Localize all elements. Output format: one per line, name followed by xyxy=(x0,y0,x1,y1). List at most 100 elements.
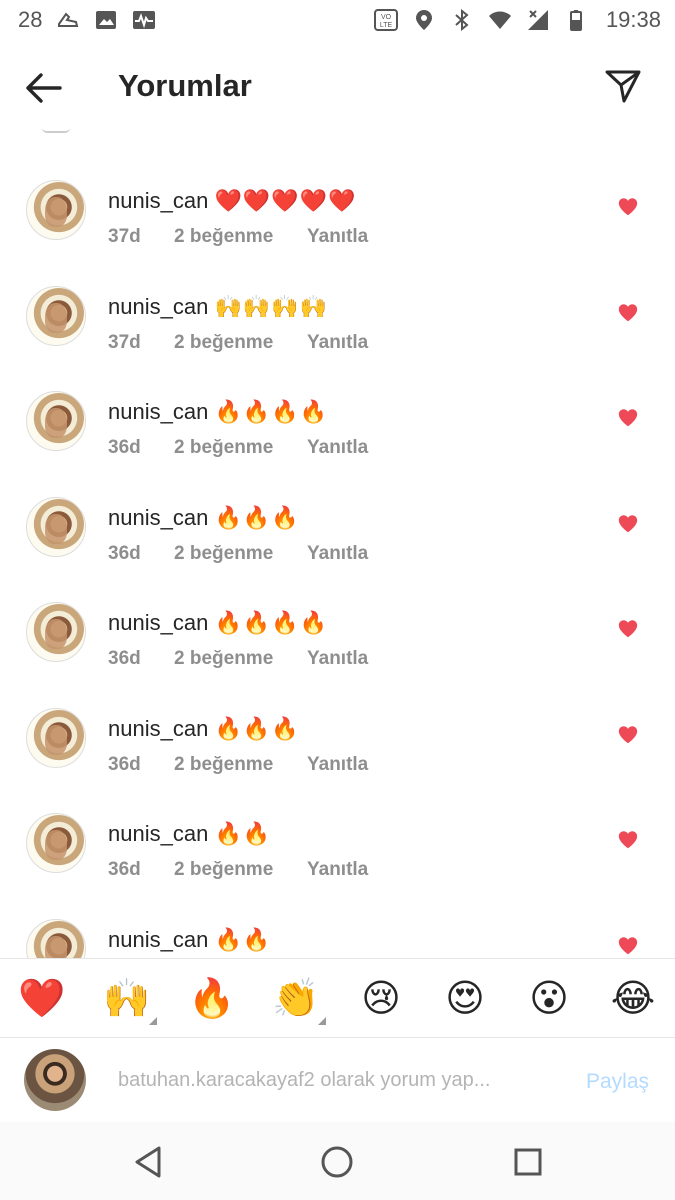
heart-icon[interactable] xyxy=(617,724,639,746)
comment-likes[interactable]: 2 beğenme xyxy=(174,859,307,881)
comments-list[interactable]: nunis_can ❤️❤️❤️❤️❤️ 37d 2 beğenme Yanıtla… xyxy=(0,128,675,958)
comment-item: nunis_can 🔥🔥 36d 2 beğenme Yanıtla xyxy=(0,813,675,919)
arrow-left-icon xyxy=(26,73,62,103)
reply-button[interactable]: Yanıtla xyxy=(307,543,368,565)
comment-meta: 36d 2 beğenme Yanıtla xyxy=(108,754,368,776)
comment-time: 36d xyxy=(108,753,141,775)
avatar[interactable] xyxy=(26,813,86,873)
reply-button[interactable]: Yanıtla xyxy=(307,332,368,354)
emoji-raising-hands: 🙌 xyxy=(103,978,151,1020)
page-title: Yorumlar xyxy=(118,68,252,103)
comment-body: 🔥🔥 xyxy=(214,821,272,846)
avatar[interactable] xyxy=(26,918,86,958)
emoji-surprised-face-button[interactable]: 😮 xyxy=(525,975,573,1023)
reply-button[interactable]: Yanıtla xyxy=(307,226,368,248)
comment-likes[interactable]: 2 beğenme xyxy=(174,226,307,248)
comment-body: 🔥🔥 xyxy=(214,926,272,952)
comment-body: 🔥🔥🔥🔥 xyxy=(214,399,329,424)
emoji-heart-button[interactable]: ❤️ xyxy=(18,975,66,1023)
avatar[interactable] xyxy=(26,180,86,240)
avatar[interactable] xyxy=(26,285,86,346)
comment-item: nunis_can 🔥🔥🔥 36d 2 beğenme Yanıtla xyxy=(0,496,675,603)
comment-username[interactable]: nunis_can xyxy=(108,927,208,952)
send-button[interactable] xyxy=(601,64,645,108)
back-button[interactable] xyxy=(22,66,66,110)
heart-icon[interactable] xyxy=(617,513,639,535)
reply-button[interactable]: Yanıtla xyxy=(307,437,368,459)
emoji-clapping-hands: 👏 xyxy=(272,978,320,1020)
comment-text: nunis_can 🔥🔥🔥 xyxy=(108,505,300,531)
comment-text: nunis_can ❤️❤️❤️❤️❤️ xyxy=(108,188,356,214)
previous-avatar-edge xyxy=(42,128,70,133)
avatar[interactable] xyxy=(26,496,86,557)
comment-username[interactable]: nunis_can xyxy=(108,188,208,213)
reply-button[interactable]: Yanıtla xyxy=(307,859,368,881)
comment-body: 🔥🔥🔥 xyxy=(214,715,300,741)
triangle-back-icon xyxy=(135,1146,161,1178)
comment-username[interactable]: nunis_can xyxy=(108,294,208,319)
avatar[interactable] xyxy=(26,707,86,768)
comment-text: nunis_can 🔥🔥🔥🔥 xyxy=(108,610,328,636)
comment-username[interactable]: nunis_can xyxy=(108,716,208,741)
comment-username[interactable]: nunis_can xyxy=(108,821,208,846)
nav-recents-button[interactable] xyxy=(508,1142,548,1182)
comment-time: 36d xyxy=(108,437,141,458)
comment-username[interactable]: nunis_can xyxy=(108,505,208,530)
circle-home-icon xyxy=(321,1146,353,1178)
comment-item: nunis_can 🙌🙌🙌🙌 37d 2 beğenme Yanıtla xyxy=(0,285,675,392)
nav-home-button[interactable] xyxy=(317,1142,357,1182)
comment-text: nunis_can 🙌🙌🙌🙌 xyxy=(108,294,328,320)
svg-text:VO: VO xyxy=(381,14,392,21)
comment-text: nunis_can 🔥🔥 xyxy=(108,821,271,847)
nav-back-button[interactable] xyxy=(128,1142,168,1182)
comment-likes[interactable]: 2 beğenme xyxy=(174,437,307,459)
image-icon xyxy=(96,11,117,29)
comment-item: nunis_can 🔥🔥🔥🔥 36d 2 beğenme Yanıtla xyxy=(0,602,675,708)
comment-text: nunis_can 🔥🔥🔥🔥 xyxy=(108,399,328,425)
heart-icon[interactable] xyxy=(617,196,639,218)
comment-likes[interactable]: 2 beğenme xyxy=(174,543,307,565)
comment-body: 🙌🙌🙌🙌 xyxy=(214,293,329,319)
heart-icon[interactable] xyxy=(617,302,639,324)
reply-button[interactable]: Yanıtla xyxy=(307,648,368,670)
heart-icon[interactable] xyxy=(617,829,639,851)
volte-icon: VOLTE xyxy=(373,9,398,31)
status-bar: 28 VO LTE 19:38 xyxy=(0,0,675,40)
emoji-fire-button[interactable]: 🔥 xyxy=(188,975,236,1023)
comment-meta: 37d 2 beğenme Yanıtla xyxy=(108,332,368,354)
avatar[interactable] xyxy=(26,602,86,662)
location-icon xyxy=(415,10,432,30)
comment-likes[interactable]: 2 beğenme xyxy=(174,332,307,354)
status-right: VO LTE 19:38 xyxy=(373,7,661,33)
heart-icon[interactable] xyxy=(617,618,639,640)
header: Yorumlar xyxy=(0,48,675,128)
comment-time: 36d xyxy=(108,542,141,564)
comment-likes[interactable]: 2 beğenme xyxy=(174,754,307,776)
comment-item: nunis_can ❤️❤️❤️❤️❤️ 37d 2 beğenme Yanıtla xyxy=(0,180,675,286)
share-button[interactable]: Paylaş xyxy=(586,1070,649,1094)
reply-button[interactable]: Yanıtla xyxy=(307,754,368,776)
heart-icon[interactable] xyxy=(617,407,639,429)
svg-text:LTE: LTE xyxy=(380,22,393,29)
heart-icon[interactable] xyxy=(617,935,639,957)
comment-input[interactable] xyxy=(118,1062,558,1098)
comment-time: 36d xyxy=(108,859,141,880)
comment-username[interactable]: nunis_can xyxy=(108,399,208,424)
comment-username[interactable]: nunis_can xyxy=(108,610,208,635)
comment-item: nunis_can 🔥🔥🔥🔥 36d 2 beğenme Yanıtla xyxy=(0,391,675,497)
emoji-clapping-hands-button[interactable]: 👏 xyxy=(272,975,326,1025)
emoji-raising-hands-button[interactable]: 🙌 xyxy=(103,975,157,1025)
emoji-heart-eyes-button[interactable]: 😍 xyxy=(441,975,489,1023)
comment-item: nunis_can 🔥🔥🔥 36d 2 beğenme Yanıtla xyxy=(0,707,675,814)
emoji-tears-of-joy-button[interactable]: 😂 xyxy=(609,975,657,1023)
status-time: 19:38 xyxy=(605,7,661,32)
comment-meta: 36d 2 beğenme Yanıtla xyxy=(108,648,368,670)
navigation-bar xyxy=(0,1122,675,1200)
square-recents-icon xyxy=(514,1148,542,1176)
avatar[interactable] xyxy=(26,391,86,451)
wifi-icon xyxy=(488,11,511,29)
comment-likes[interactable]: 2 beğenme xyxy=(174,648,307,670)
skin-tone-indicator xyxy=(149,1017,157,1025)
comment-text: nunis_can 🔥🔥🔥 xyxy=(108,716,300,742)
emoji-crying-face-button[interactable]: 😢 xyxy=(357,975,405,1023)
